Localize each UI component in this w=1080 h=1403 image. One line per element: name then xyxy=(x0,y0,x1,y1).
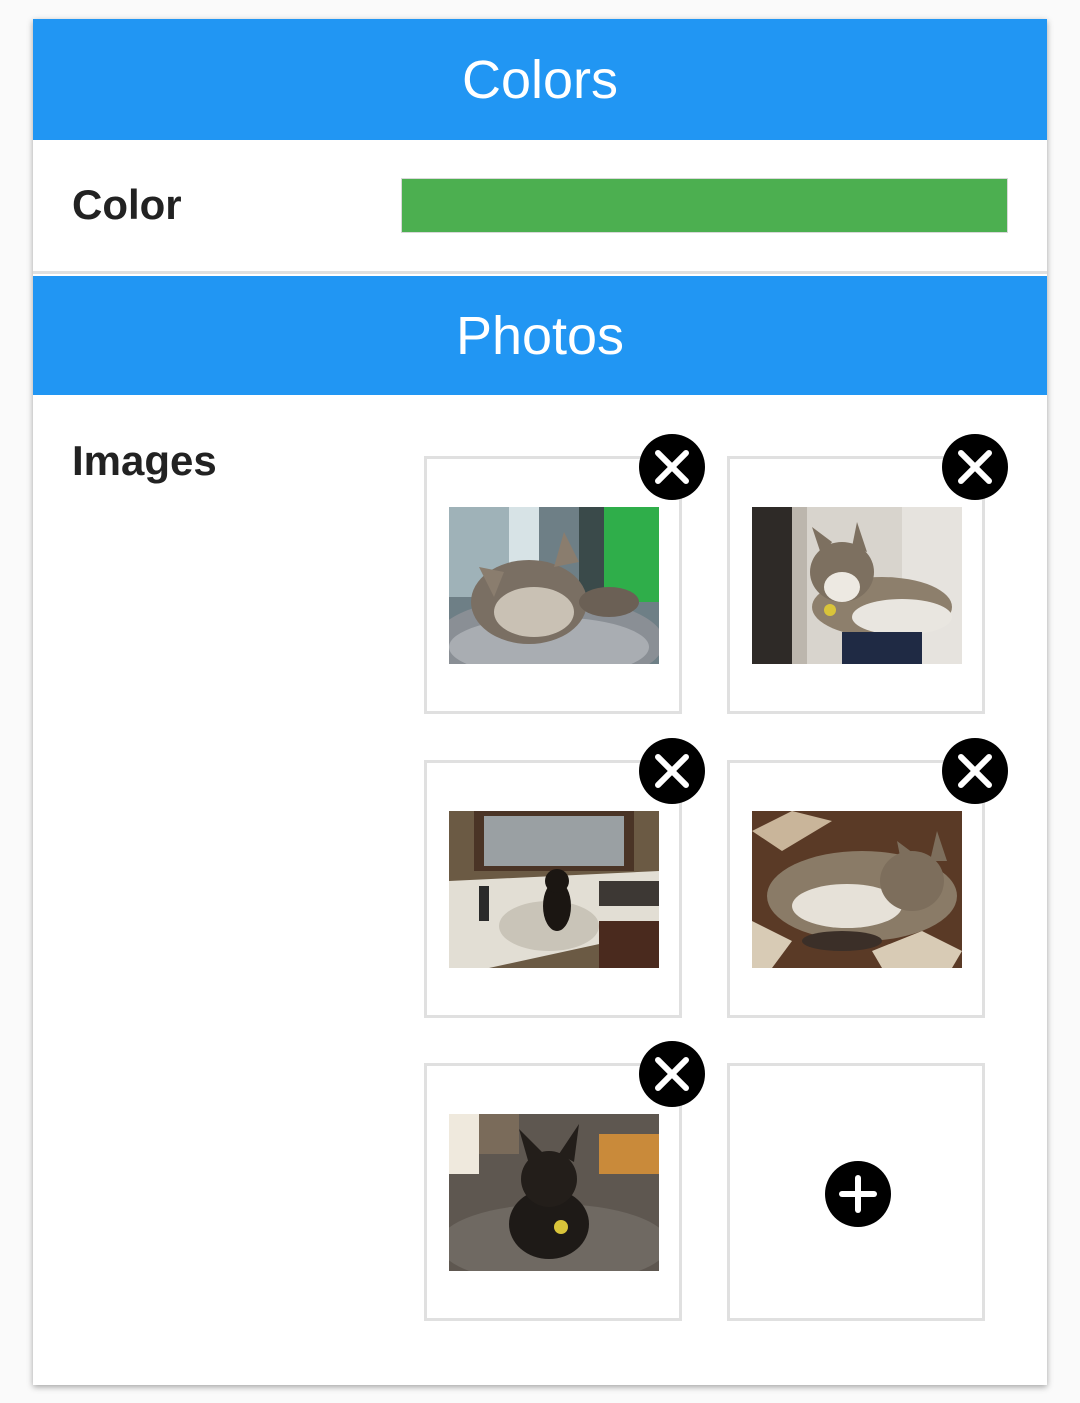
photo-black-cat-on-bed xyxy=(449,1114,659,1271)
photo-cat-in-sink xyxy=(449,811,659,968)
photos-section-title: Photos xyxy=(455,305,625,366)
photo-tile xyxy=(727,434,1008,714)
form-card: Colors Color Photos Images xyxy=(33,19,1047,1385)
photos-section-header: Photos xyxy=(33,276,1047,395)
color-field-label: Color xyxy=(72,181,182,228)
section-divider xyxy=(33,271,1047,274)
photo-cat-sleeping-bed xyxy=(449,507,659,664)
photo-tile xyxy=(424,738,705,1018)
photo-tile xyxy=(727,738,1008,1018)
add-photo-tile[interactable] xyxy=(727,1063,985,1321)
close-circle-icon[interactable] xyxy=(639,434,705,500)
colors-section-header: Colors xyxy=(33,19,1047,140)
colors-section-title: Colors xyxy=(461,49,619,110)
close-circle-icon[interactable] xyxy=(942,434,1008,500)
close-circle-icon[interactable] xyxy=(639,738,705,804)
photo-cat-on-blanket xyxy=(752,811,962,968)
close-circle-icon[interactable] xyxy=(639,1041,705,1107)
images-field-label: Images xyxy=(72,437,217,484)
photo-cat-in-box xyxy=(752,507,962,664)
close-circle-icon[interactable] xyxy=(942,738,1008,804)
color-picker-swatch[interactable] xyxy=(401,178,1008,233)
add-circle-icon[interactable] xyxy=(825,1161,891,1227)
photo-tile xyxy=(424,434,705,714)
photo-tile xyxy=(424,1041,705,1321)
